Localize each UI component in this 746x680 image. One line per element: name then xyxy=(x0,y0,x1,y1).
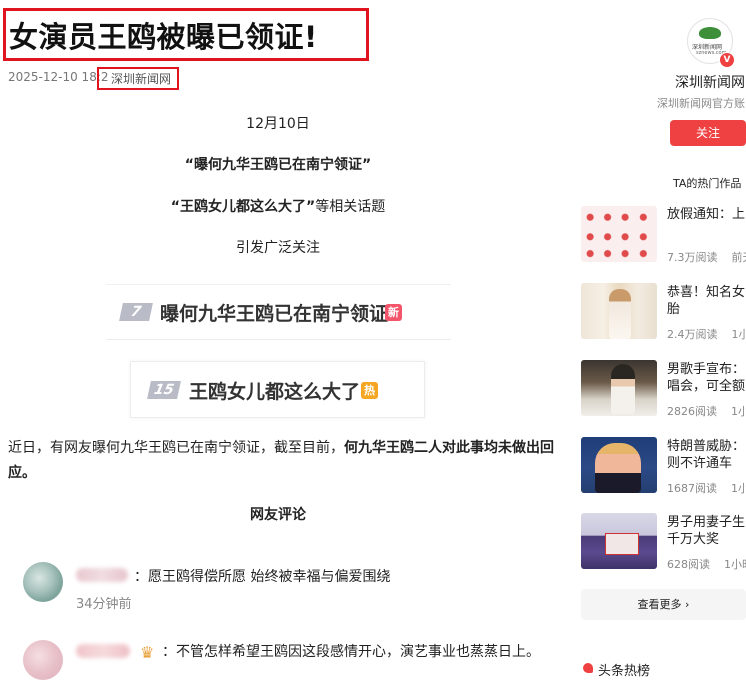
hot-search-text: 曝何九华王鸥已在南宁领证 xyxy=(160,299,388,326)
verified-badge-icon: V xyxy=(719,52,735,68)
item-reads: 2826阅读 xyxy=(667,405,717,418)
item-reads: 628阅读 xyxy=(667,558,710,571)
hot-rank-badge: 15 xyxy=(147,381,181,399)
person-figure xyxy=(611,364,635,414)
item-title[interactable]: 男子用妻子生千万大奖 xyxy=(667,514,745,548)
hot-search-text: 王鸥女儿都这么大了 xyxy=(189,377,360,404)
hot-list-heading: 头条热榜 xyxy=(598,660,650,679)
item-meta: 2826阅读 1小 xyxy=(667,403,746,419)
item-title-line: 恭喜！知名女 xyxy=(667,285,745,300)
avatar xyxy=(23,562,63,602)
item-time: 1小 xyxy=(732,328,746,341)
see-more-button[interactable]: 查看更多 › xyxy=(581,589,746,620)
article-title: 女演员王鸥被曝已领证! xyxy=(9,14,318,56)
item-title-line: 男子用妻子生 xyxy=(667,515,745,530)
item-title-line: 千万大奖 xyxy=(667,532,719,547)
comment-text: ：不管怎样希望王鸥因这段感情开心，演艺事业也蒸蒸日上。 xyxy=(162,641,540,661)
item-meta: 628阅读 1小时 xyxy=(667,556,746,572)
topic-line-2-rest: 等相关话题 xyxy=(315,199,385,215)
publisher-description: 深圳新闻网官方账 xyxy=(657,95,745,111)
item-title-line: 唱会，可全额 xyxy=(667,379,745,394)
topic-line-2-bold: “王鸥女儿都这么大了” xyxy=(171,199,315,215)
hot-tag: 热 xyxy=(361,382,378,399)
item-title[interactable]: 恭喜！知名女胎 xyxy=(667,284,745,318)
item-title[interactable]: 放假通知：上 xyxy=(667,206,745,223)
blurred-username xyxy=(76,568,128,582)
spread-line: 引发广泛关注 xyxy=(0,237,556,257)
blurred-username xyxy=(76,644,130,658)
item-reads: 1687阅读 xyxy=(667,482,717,495)
item-time: 前天 xyxy=(732,251,746,264)
fire-icon xyxy=(583,663,593,673)
person-figure xyxy=(609,289,631,339)
crown-icon: ♛ xyxy=(140,643,154,662)
topic-line-1: “曝何九华王鸥已在南宁领证” xyxy=(0,154,556,174)
item-reads: 2.4万阅读 xyxy=(667,328,718,341)
item-time: 1小 xyxy=(731,405,746,418)
paragraph-normal: 近日，有网友曝何九华王鸥已在南宁领证，截至目前， xyxy=(8,440,344,456)
item-reads: 7.3万阅读 xyxy=(667,251,718,264)
publish-time: 2025-12-10 18:2 xyxy=(8,70,109,84)
hot-rank-badge: 7 xyxy=(119,303,153,321)
person-figure xyxy=(595,443,641,493)
follow-button[interactable]: 关注 xyxy=(670,120,746,146)
leaf-icon xyxy=(699,27,721,39)
date-line: 12月10日 xyxy=(0,113,556,133)
item-title[interactable]: 男歌手宣布： 唱会，可全额 xyxy=(667,361,745,395)
item-title-line: 则不许通车 xyxy=(667,456,732,471)
item-title-line: 胎 xyxy=(667,302,680,317)
topic-line-2: “王鸥女儿都这么大了”等相关话题 xyxy=(0,196,556,216)
item-title-line: 放假通知：上 xyxy=(667,207,745,222)
item-thumbnail[interactable] xyxy=(581,283,657,339)
item-title-line: 男歌手宣布： xyxy=(667,362,745,377)
hot-works-heading: TA的热门作品 xyxy=(673,175,741,191)
item-title[interactable]: 特朗普威胁： 则不许通车 xyxy=(667,438,745,472)
hot-search-card[interactable]: 7 曝何九华王鸥已在南宁领证 新 xyxy=(106,284,451,340)
hot-search-card[interactable]: 15 王鸥女儿都这么大了 热 xyxy=(130,361,425,418)
item-thumbnail[interactable] xyxy=(581,206,657,262)
item-meta: 2.4万阅读 1小 xyxy=(667,326,746,342)
item-thumbnail[interactable] xyxy=(581,513,657,569)
banner-figure xyxy=(605,533,639,555)
item-meta: 7.3万阅读 前天 xyxy=(667,249,746,265)
article-source[interactable]: 深圳新闻网 xyxy=(111,70,171,87)
item-meta: 1687阅读 1小 xyxy=(667,480,746,496)
comments-heading: 网友评论 xyxy=(0,504,556,524)
article-paragraph: 近日，有网友曝何九华王鸥已在南宁领证，截至目前，何九华王鸥二人对此事均未做出回应… xyxy=(8,436,560,486)
comment-time: 34分钟前 xyxy=(76,593,132,612)
avatar xyxy=(23,640,63,680)
item-time: 1小 xyxy=(731,482,746,495)
comment-text: ：愿王鸥得偿所愿 始终被幸福与偏爱围绕 xyxy=(134,566,390,586)
item-title-line: 特朗普威胁： xyxy=(667,439,745,454)
item-thumbnail[interactable] xyxy=(581,360,657,416)
item-time: 1小时 xyxy=(724,558,746,571)
publisher-name[interactable]: 深圳新闻网 xyxy=(675,72,745,92)
item-thumbnail[interactable] xyxy=(581,437,657,493)
new-tag: 新 xyxy=(385,304,402,321)
